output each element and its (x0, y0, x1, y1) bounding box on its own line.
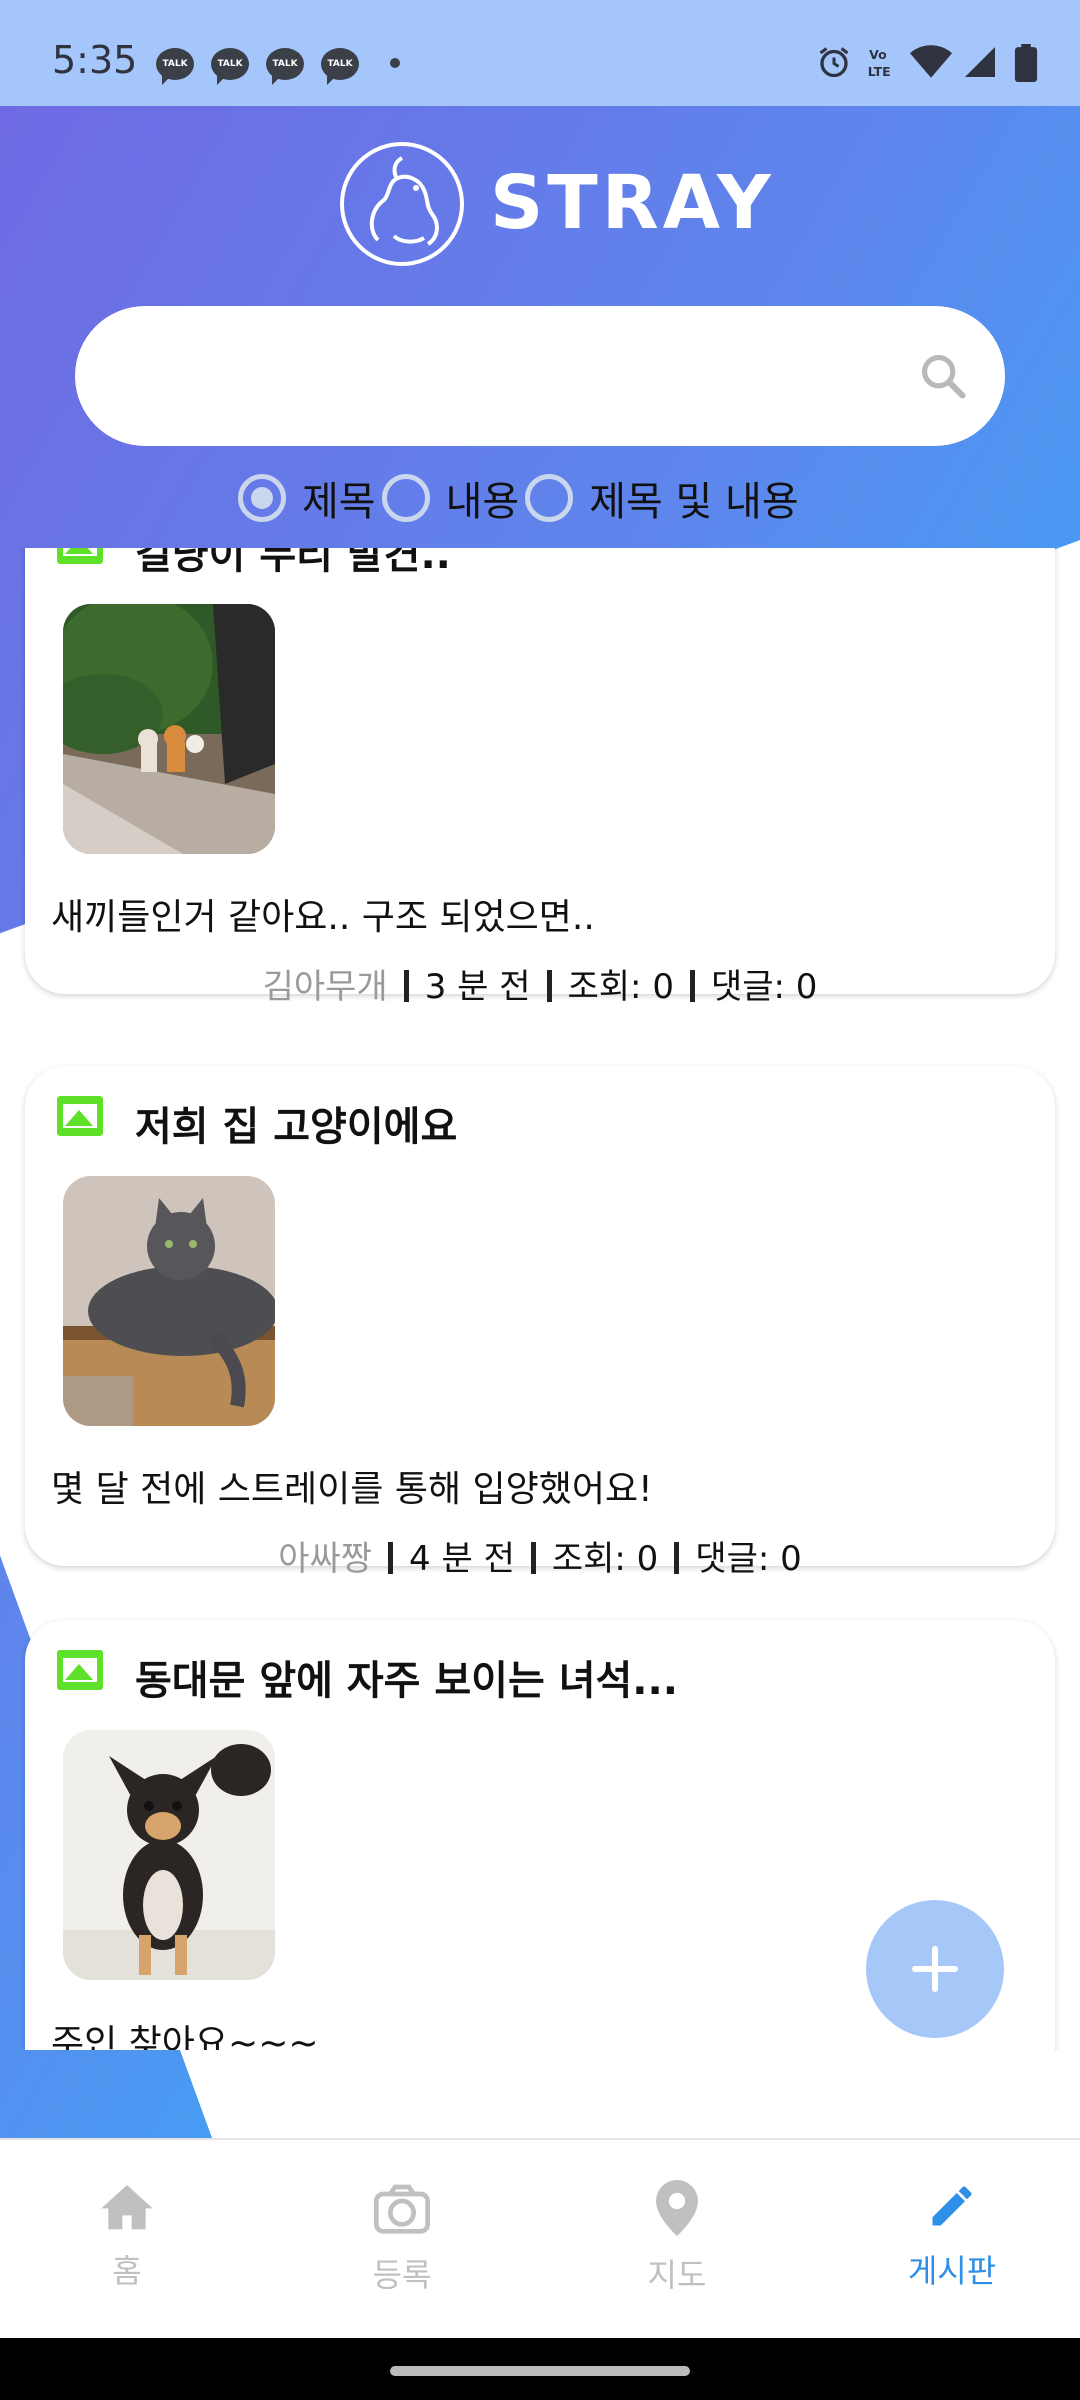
battery-icon (1014, 44, 1038, 82)
add-post-button[interactable] (866, 1900, 1004, 2038)
camera-icon (374, 2184, 430, 2234)
filter-radio-title-and-content[interactable]: 제목 및 내용 (525, 469, 799, 527)
nav-label: 지도 (647, 2256, 707, 2294)
bottom-navigation: 홈 등록 지도 게시판 (0, 2138, 1080, 2338)
kakaotalk-notification-icon: TALK (321, 48, 359, 85)
filter-label: 제목 (302, 479, 376, 525)
search-filter-group: 제목 내용 제목 및 내용 (238, 468, 805, 528)
nav-item-register[interactable]: 등록 (302, 2180, 502, 2296)
home-gesture-handle[interactable] (390, 2366, 690, 2376)
search-input[interactable] (115, 336, 915, 416)
svg-text:LTE: LTE (868, 64, 891, 79)
nav-label: 등록 (372, 2256, 432, 2294)
post-author: 아싸짱 (278, 1539, 373, 1579)
image-attached-icon (57, 1650, 103, 1690)
post-body: 몇 달 전에 스트레이를 통해 입양했어요! (51, 1469, 653, 1510)
nav-label: 홈 (112, 2252, 142, 2290)
post-views: 조회: 0 (551, 1539, 659, 1579)
alarm-icon (819, 47, 849, 78)
filter-radio-content[interactable]: 내용 (381, 469, 520, 527)
filter-label: 내용 (445, 479, 520, 525)
image-attached-icon (57, 1096, 103, 1136)
svg-text:Vo: Vo (869, 47, 887, 62)
post-thumbnail (63, 1176, 275, 1426)
post-list[interactable]: 길냥이 무리 발견.. 새끼들인거 같아요.. 구조 되었으면.. 김아무개 3 … (0, 548, 1080, 2050)
post-views: 조회: 0 (567, 967, 674, 1007)
post-body: 새끼들인거 같아요.. 구조 되었으면.. (51, 897, 595, 938)
wifi-icon (910, 45, 952, 78)
volte-icon: Vo LTE (868, 47, 891, 79)
brand-name: STRAY (490, 160, 775, 246)
post-meta: 아싸짱 4 분 전 조회: 0 댓글: 0 (25, 1531, 1055, 1580)
post-comments: 댓글: 0 (710, 967, 818, 1007)
image-attached-icon (57, 548, 103, 564)
nav-item-board[interactable]: 게시판 (852, 2180, 1052, 2292)
post-title: 저희 집 고양이에요 (135, 1104, 458, 1150)
stray-logo-icon (340, 142, 464, 266)
status-bar: 5:35 TALK TALK TALK TALK Vo LTE (0, 0, 1080, 106)
nav-item-home[interactable]: 홈 (27, 2180, 227, 2292)
more-notifications-dot (390, 58, 400, 68)
post-title: 길냥이 무리 발견.. (135, 548, 451, 578)
radio-unselected-icon[interactable] (381, 474, 430, 522)
post-title: 동대문 앞에 자주 보이는 녀석... (135, 1658, 678, 1704)
post-meta: 김아무개 3 분 전 조회: 0 댓글: 0 (25, 959, 1055, 1008)
home-icon (101, 2185, 153, 2230)
post-body: 주인 찾아요~~~ (51, 2023, 319, 2050)
post-thumbnail (63, 1730, 275, 1980)
pencil-icon (932, 2186, 972, 2226)
search-icon[interactable] (917, 350, 969, 402)
filter-label: 제목 및 내용 (589, 479, 799, 525)
post-card[interactable]: 길냥이 무리 발견.. 새끼들인거 같아요.. 구조 되었으면.. 김아무개 3 … (25, 548, 1055, 1007)
search-bar[interactable] (75, 306, 1005, 446)
signal-icon (965, 47, 995, 77)
nav-label: 게시판 (907, 2252, 997, 2290)
status-time: 5:35 (52, 38, 138, 82)
radio-selected-icon[interactable] (238, 474, 286, 522)
nav-item-map[interactable]: 지도 (577, 2180, 777, 2296)
post-time: 4 분 전 (409, 1539, 515, 1579)
post-comments: 댓글: 0 (695, 1539, 802, 1579)
post-card[interactable]: 저희 집 고양이에요 몇 달 전에 스트레이를 통해 입양했어요! 아싸짱 4 분… (25, 1066, 1055, 1579)
post-thumbnail (63, 604, 275, 854)
system-navigation-bar (0, 2338, 1080, 2400)
kakaotalk-notification-icon: TALK (156, 48, 194, 85)
kakaotalk-notification-icon: TALK (211, 48, 249, 85)
filter-radio-title[interactable]: 제목 (238, 469, 376, 527)
post-time: 3 분 전 (424, 967, 531, 1007)
post-author: 김아무개 (262, 967, 388, 1007)
map-pin-icon (656, 2180, 698, 2236)
radio-unselected-icon[interactable] (525, 474, 574, 522)
kakaotalk-notification-icon: TALK (266, 48, 304, 85)
